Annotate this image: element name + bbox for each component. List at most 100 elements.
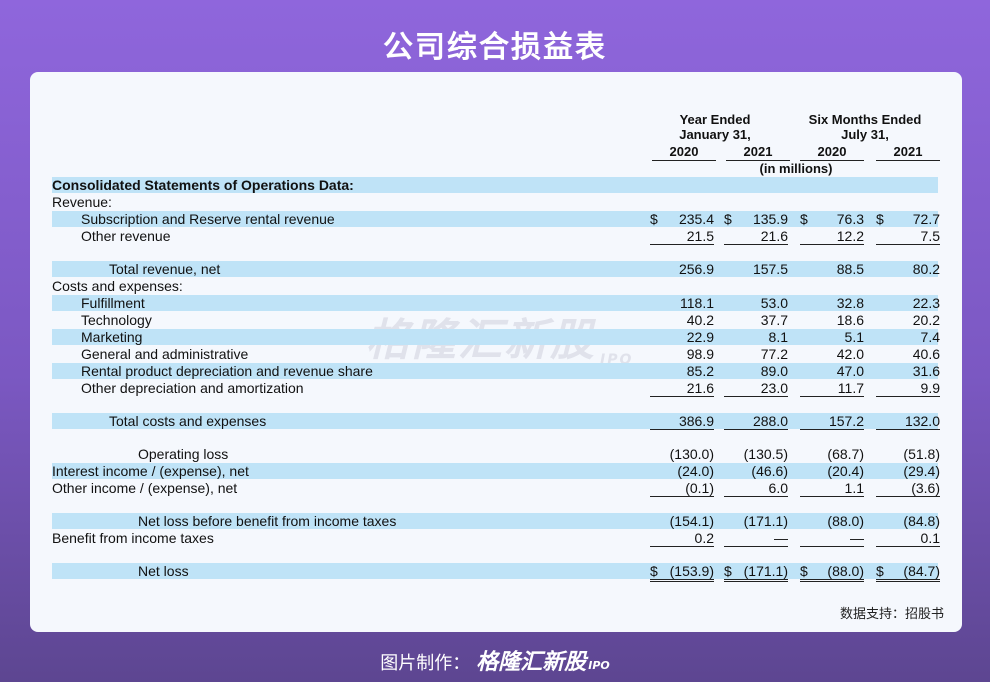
row-label: Total revenue, net (109, 261, 221, 277)
value-text: 8.1 (768, 329, 788, 345)
source-note: 数据支持：招股书 (839, 607, 944, 622)
table-row: Rental product depreciation and revenue … (52, 363, 940, 379)
value-cell: (171.1) (724, 513, 788, 529)
row-label: Other revenue (81, 228, 171, 244)
row-label: Benefit from income taxes (52, 530, 214, 546)
value-cell: (29.4) (876, 463, 940, 479)
footer-brand-logo: 格隆汇新股 IPO (476, 650, 610, 675)
value-cell: $ (84.7) (876, 563, 940, 582)
value-cell: 22.3 (876, 295, 940, 311)
value-text: (130.0) (669, 446, 714, 462)
value-text: (84.7) (903, 563, 940, 579)
value-text: (171.1) (743, 563, 788, 579)
value-cell: 8.1 (724, 329, 788, 345)
value-cell: 22.9 (650, 329, 714, 345)
value-text: 89.0 (760, 363, 788, 379)
value-cell: 21.6 (724, 228, 788, 245)
value-text: (171.1) (743, 513, 788, 529)
page-title: 公司综合损益表 (383, 30, 607, 65)
value-text: 40.6 (912, 346, 940, 362)
header-six-months-ended: Six Months Ended July 31, (808, 112, 922, 142)
value-cell: $72.7 (876, 211, 940, 227)
header-year-4: 2021 (876, 144, 940, 161)
value-cell: 288.0 (724, 413, 788, 430)
table-row: Revenue: (52, 194, 938, 210)
value-text: (84.8) (903, 513, 940, 529)
table-row: Subscription and Reserve rental revenue $… (52, 211, 940, 227)
value-cell: (46.6) (724, 463, 788, 479)
value-cell: 77.2 (724, 346, 788, 362)
dollar-sign: $ (724, 211, 732, 227)
value-text: 1.1 (844, 480, 864, 496)
value-cell: (130.0) (650, 446, 714, 462)
dollar-sign: $ (650, 563, 658, 579)
table-row: Benefit from income taxes 0.2 — — 0.1 (52, 530, 940, 547)
table-row: Other revenue 21.5 21.6 12.2 7.5 (52, 228, 940, 245)
value-cell: 40.6 (876, 346, 940, 362)
value-cell: 88.5 (800, 261, 864, 277)
value-cell: 118.1 (650, 295, 714, 311)
value-text: 23.0 (760, 380, 788, 396)
row-label: Other depreciation and amortization (81, 380, 304, 396)
value-text: (29.4) (903, 463, 940, 479)
value-cell: 18.6 (800, 312, 864, 328)
value-cell: 0.2 (650, 530, 714, 547)
value-text: 22.9 (686, 329, 714, 345)
value-text: 7.4 (920, 329, 940, 345)
value-cell: (154.1) (650, 513, 714, 529)
value-cell: 256.9 (650, 261, 714, 277)
value-cell: 32.8 (800, 295, 864, 311)
value-text: (20.4) (827, 463, 864, 479)
value-text: 6.0 (768, 480, 788, 496)
row-label: Technology (81, 312, 152, 328)
row-label: Consolidated Statements of Operations Da… (52, 177, 354, 193)
table-row: Total costs and expenses 386.9 288.0 157.2 1… (52, 413, 940, 430)
table-row: Net loss before benefit from income taxe… (52, 513, 940, 529)
value-text: 47.0 (836, 363, 864, 379)
value-cell: $235.4 (650, 211, 714, 227)
table-row: Fulfillment 118.1 53.0 32.8 22.3 (52, 295, 940, 311)
value-text: 9.9 (920, 380, 940, 396)
dollar-sign: $ (650, 211, 658, 227)
value-cell: 1.1 (800, 480, 864, 497)
row-label: Net loss (138, 563, 189, 579)
value-text: 11.7 (837, 380, 864, 396)
value-text: 256.9 (678, 261, 714, 277)
value-text: 22.3 (912, 295, 940, 311)
value-cell: 53.0 (724, 295, 788, 311)
value-text: 0.1 (920, 530, 940, 546)
row-label: Operating loss (138, 446, 229, 462)
dollar-sign: $ (800, 211, 808, 227)
value-cell: 40.2 (650, 312, 714, 328)
row-label: Subscription and Reserve rental revenue (81, 211, 335, 227)
value-text: 32.8 (836, 295, 864, 311)
value-cell: 132.0 (876, 413, 940, 430)
header-year-1: 2020 (652, 144, 716, 161)
value-text: 5.1 (844, 329, 864, 345)
value-cell: (84.8) (876, 513, 940, 529)
header-year-2: 2021 (726, 144, 790, 161)
value-text: 98.9 (686, 346, 714, 362)
value-text: 76.3 (836, 211, 864, 227)
table-row: Marketing 22.9 8.1 5.1 7.4 (52, 329, 940, 345)
header-year-ended: Year Ended January 31, (679, 112, 751, 142)
value-cell: 31.6 (876, 363, 940, 379)
value-cell: $135.9 (724, 211, 788, 227)
row-label: Fulfillment (81, 295, 145, 311)
value-text: (88.0) (827, 513, 864, 529)
row-label: Total costs and expenses (109, 413, 267, 429)
value-text: (68.7) (827, 446, 864, 462)
value-text: 386.9 (678, 413, 714, 429)
value-cell: $ (153.9) (650, 563, 714, 582)
value-text: 40.2 (686, 312, 714, 328)
value-text: (46.6) (751, 463, 788, 479)
value-cell: 37.7 (724, 312, 788, 328)
value-cell: 89.0 (724, 363, 788, 379)
value-cell: (68.7) (800, 446, 864, 462)
value-cell: 21.5 (650, 228, 714, 245)
value-cell: (24.0) (650, 463, 714, 479)
row-label: Rental product depreciation and revenue … (81, 363, 373, 379)
table-row: Consolidated Statements of Operations Da… (52, 177, 938, 193)
value-cell: 12.2 (800, 228, 864, 245)
value-cell: — (800, 530, 864, 547)
